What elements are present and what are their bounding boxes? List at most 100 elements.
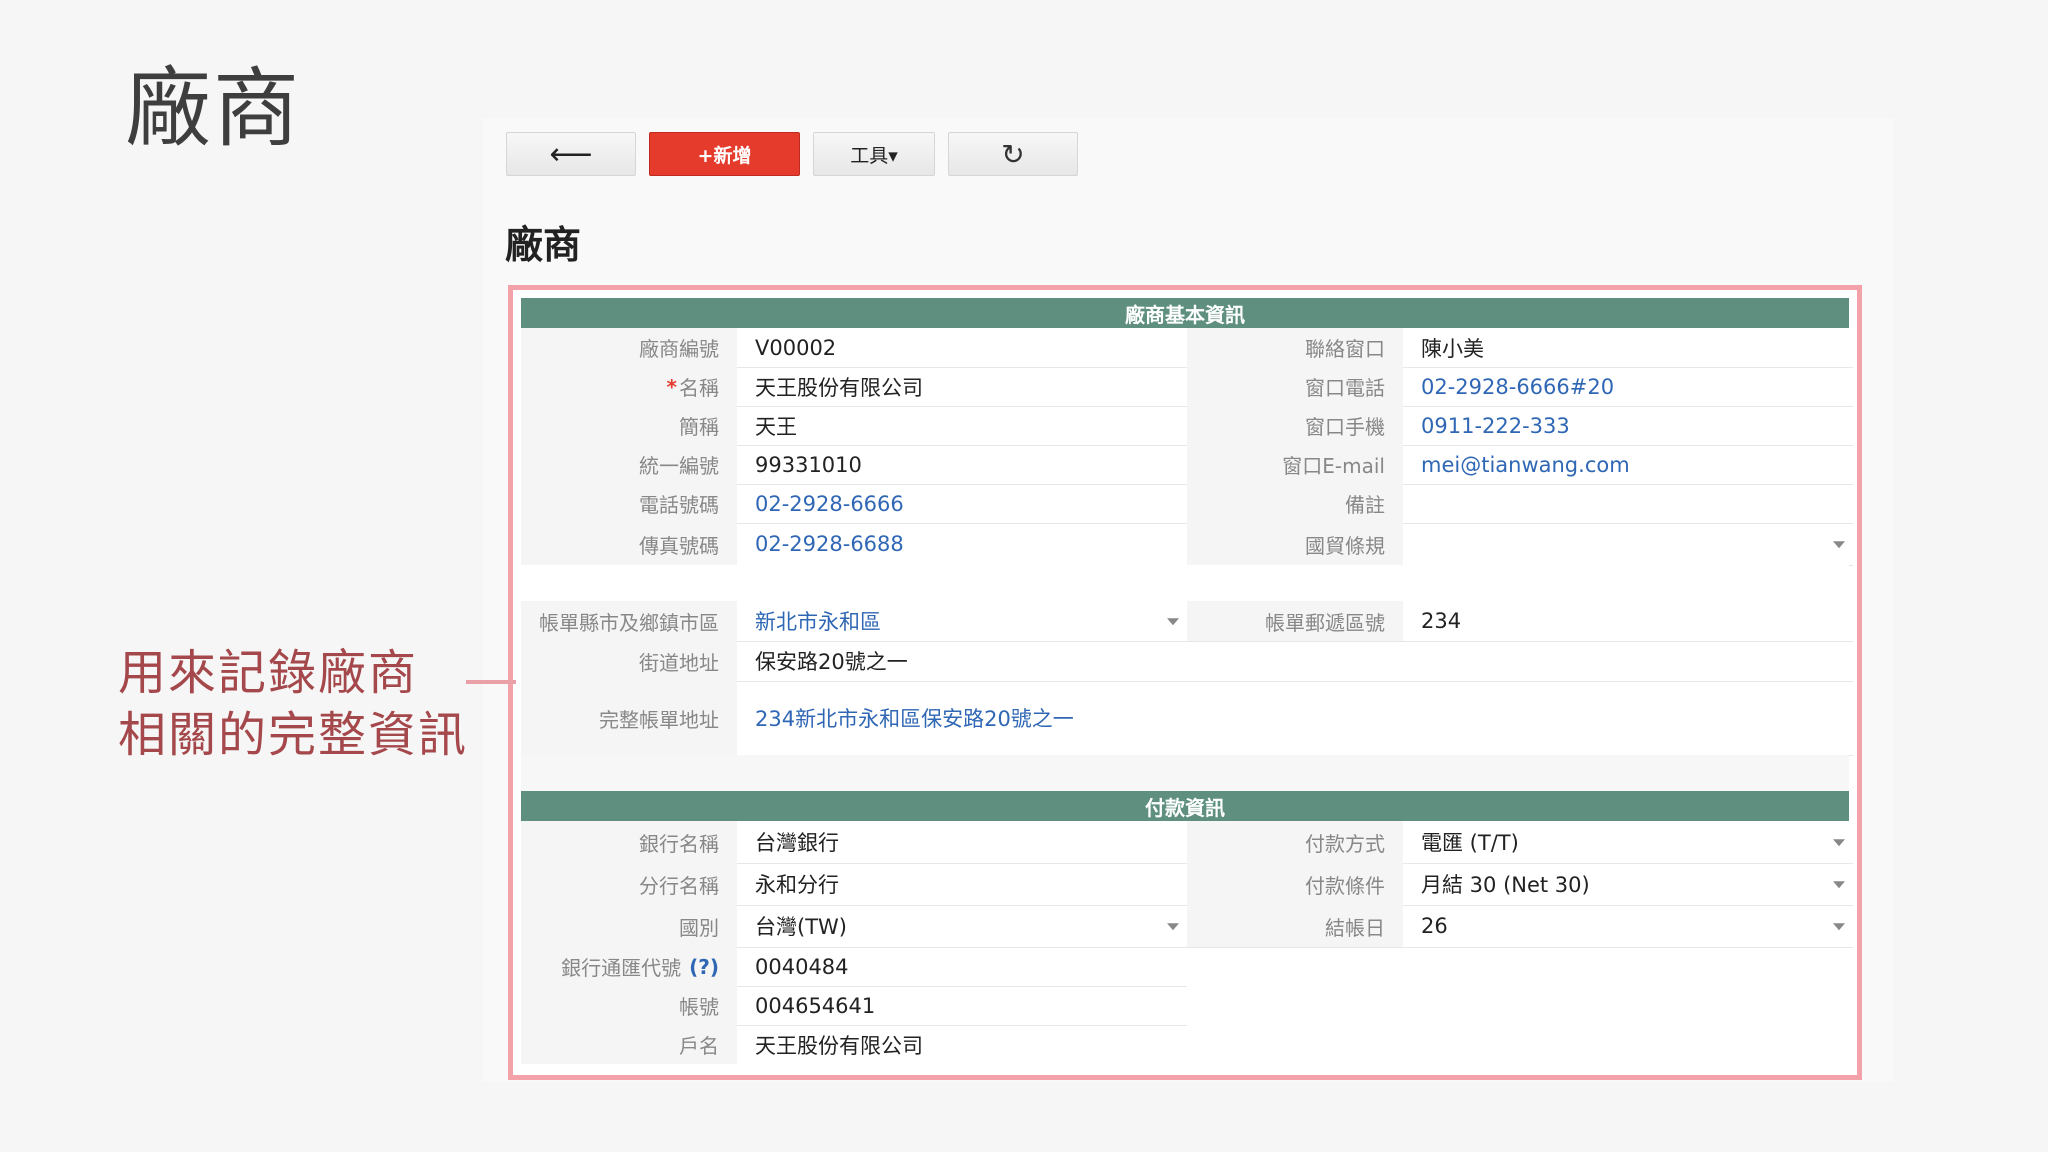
closing-day-select[interactable]: 26 <box>1403 905 1853 947</box>
callout-line-1: 用來記錄廠商 <box>118 645 419 701</box>
vendor-form: 廠商基本資訊 廠商編號 V00002 * 名稱 天王股份有限公司 簡稱 天王 統一… <box>521 298 1853 1067</box>
account-value[interactable]: 004654641 <box>737 986 1187 1025</box>
payment-method-select[interactable]: 電匯 (T/T) <box>1403 821 1853 863</box>
field-label: 結帳日 <box>1187 905 1403 947</box>
fax-link[interactable]: 02-2928-6688 <box>737 523 1187 565</box>
form-title: 廠商 <box>505 223 582 267</box>
account-name-value[interactable]: 天王股份有限公司 <box>737 1025 1187 1064</box>
field-label: 簡稱 <box>521 406 737 445</box>
field-label: * 名稱 <box>521 367 737 406</box>
required-mark: * <box>666 374 677 399</box>
field-label: 付款方式 <box>1187 821 1403 863</box>
field-contact-phone: 窗口電話 02-2928-6666#20 <box>1187 367 1853 407</box>
field-account: 帳號 004654641 <box>521 986 1187 1026</box>
field-billing-zip: 帳單郵遞區號 234 <box>1187 601 1853 642</box>
field-incoterms: 國貿條規 <box>1187 523 1853 566</box>
chevron-down-icon <box>1167 923 1179 931</box>
field-account-name: 戶名 天王股份有限公司 <box>521 1025 1187 1064</box>
spacer <box>521 755 1849 791</box>
field-label: 帳單縣市及鄉鎮市區 <box>521 601 737 641</box>
field-label: 廠商編號 <box>521 328 737 367</box>
full-address-value: 234新北市永和區保安路20號之一 <box>755 707 1074 731</box>
field-label: 統一編號 <box>521 445 737 484</box>
payment-terms-select[interactable]: 月結 30 (Net 30) <box>1403 863 1853 905</box>
chevron-down-icon <box>1167 618 1179 626</box>
vendor-no-value[interactable]: V00002 <box>737 328 1187 367</box>
contact-phone-link[interactable]: 02-2928-6666#20 <box>1403 367 1853 406</box>
swift-value[interactable]: 0040484 <box>737 947 1187 986</box>
field-contact: 聯絡窗口 陳小美 <box>1187 328 1853 368</box>
billing-city-select[interactable]: 新北市永和區 <box>737 601 1187 641</box>
field-branch: 分行名稱 永和分行 <box>521 863 1187 906</box>
refresh-button[interactable]: ↻ <box>948 132 1078 176</box>
callout-text: 用來記錄廠商 相關的完整資訊 <box>118 642 468 766</box>
field-label: 銀行名稱 <box>521 821 737 863</box>
spacer <box>521 565 1849 601</box>
tax-id-value[interactable]: 99331010 <box>737 445 1187 484</box>
field-short-name: 簡稱 天王 <box>521 406 1187 446</box>
contact-mobile-link[interactable]: 0911-222-333 <box>1403 406 1853 445</box>
field-label: 戶名 <box>521 1025 737 1064</box>
field-label: 傳真號碼 <box>521 523 737 565</box>
field-label: 國別 <box>521 905 737 947</box>
slide-title: 廠商 <box>125 59 301 159</box>
name-label: 名稱 <box>679 376 719 400</box>
field-fax: 傳真號碼 02-2928-6688 <box>521 523 1187 566</box>
field-payment-terms: 付款條件 月結 30 (Net 30) <box>1187 863 1853 906</box>
callout-line-2: 相關的完整資訊 <box>118 707 469 763</box>
swift-label: 銀行通匯代號 <box>561 956 682 980</box>
field-tax-id: 統一編號 99331010 <box>521 445 1187 485</box>
section-header-payment: 付款資訊 <box>521 791 1849 821</box>
field-label: 窗口手機 <box>1187 406 1403 445</box>
field-label: 帳單郵遞區號 <box>1187 601 1403 641</box>
chevron-down-icon <box>1833 839 1845 847</box>
country-select[interactable]: 台灣(TW) <box>737 905 1187 947</box>
closing-day-value: 26 <box>1421 914 1448 938</box>
field-street: 街道地址 保安路20號之一 <box>521 641 1853 682</box>
field-label: 備註 <box>1187 484 1403 523</box>
field-billing-city: 帳單縣市及鄉鎮市區 新北市永和區 <box>521 601 1187 642</box>
billing-zip-value[interactable]: 234 <box>1403 601 1853 641</box>
name-value[interactable]: 天王股份有限公司 <box>737 367 1187 406</box>
field-note: 備註 <box>1187 484 1853 524</box>
field-label: 分行名稱 <box>521 863 737 905</box>
help-icon[interactable]: (?) <box>689 955 719 979</box>
field-label: 帳號 <box>521 986 737 1025</box>
field-name: * 名稱 天王股份有限公司 <box>521 367 1187 407</box>
incoterms-select[interactable] <box>1403 523 1853 565</box>
field-bank: 銀行名稱 台灣銀行 <box>521 821 1187 864</box>
field-label: 完整帳單地址 <box>521 681 737 755</box>
note-value[interactable] <box>1403 484 1853 523</box>
field-vendor-no: 廠商編號 V00002 <box>521 328 1187 368</box>
country-value: 台灣(TW) <box>755 915 847 939</box>
tools-dropdown-button[interactable]: 工具▾ <box>813 132 935 176</box>
back-button[interactable]: ⟵ <box>506 132 636 176</box>
payment-right-column: 付款方式 電匯 (T/T) 付款條件 月結 30 (Net 30) 結帳日 26 <box>1187 821 1853 948</box>
field-phone: 電話號碼 02-2928-6666 <box>521 484 1187 524</box>
payment-method-value: 電匯 (T/T) <box>1421 831 1519 855</box>
short-name-value[interactable]: 天王 <box>737 406 1187 445</box>
field-payment-method: 付款方式 電匯 (T/T) <box>1187 821 1853 864</box>
bank-value[interactable]: 台灣銀行 <box>737 821 1187 863</box>
field-label: 窗口電話 <box>1187 367 1403 406</box>
contact-email-link[interactable]: mei@tianwang.com <box>1403 445 1853 484</box>
contact-value[interactable]: 陳小美 <box>1403 328 1853 367</box>
basic-left-column: 廠商編號 V00002 * 名稱 天王股份有限公司 簡稱 天王 統一編號 9933… <box>521 328 1187 566</box>
chevron-down-icon <box>1833 881 1845 889</box>
branch-value[interactable]: 永和分行 <box>737 863 1187 905</box>
field-label: 銀行通匯代號 (?) <box>521 947 737 986</box>
field-swift: 銀行通匯代號 (?) 0040484 <box>521 947 1187 987</box>
phone-link[interactable]: 02-2928-6666 <box>737 484 1187 523</box>
field-label: 電話號碼 <box>521 484 737 523</box>
callout-connector <box>466 680 516 684</box>
payment-left-column: 銀行名稱 台灣銀行 分行名稱 永和分行 國別 台灣(TW) 銀行通匯代號 (?) … <box>521 821 1187 1071</box>
chevron-down-icon <box>1833 923 1845 931</box>
field-label: 付款條件 <box>1187 863 1403 905</box>
basic-right-column: 聯絡窗口 陳小美 窗口電話 02-2928-6666#20 窗口手機 0911-… <box>1187 328 1853 566</box>
field-contact-mobile: 窗口手機 0911-222-333 <box>1187 406 1853 446</box>
street-value[interactable]: 保安路20號之一 <box>737 641 1853 681</box>
field-contact-email: 窗口E-mail mei@tianwang.com <box>1187 445 1853 485</box>
new-button[interactable]: +新增 <box>649 132 800 176</box>
field-label: 聯絡窗口 <box>1187 328 1403 367</box>
section-header-basic: 廠商基本資訊 <box>521 298 1849 328</box>
